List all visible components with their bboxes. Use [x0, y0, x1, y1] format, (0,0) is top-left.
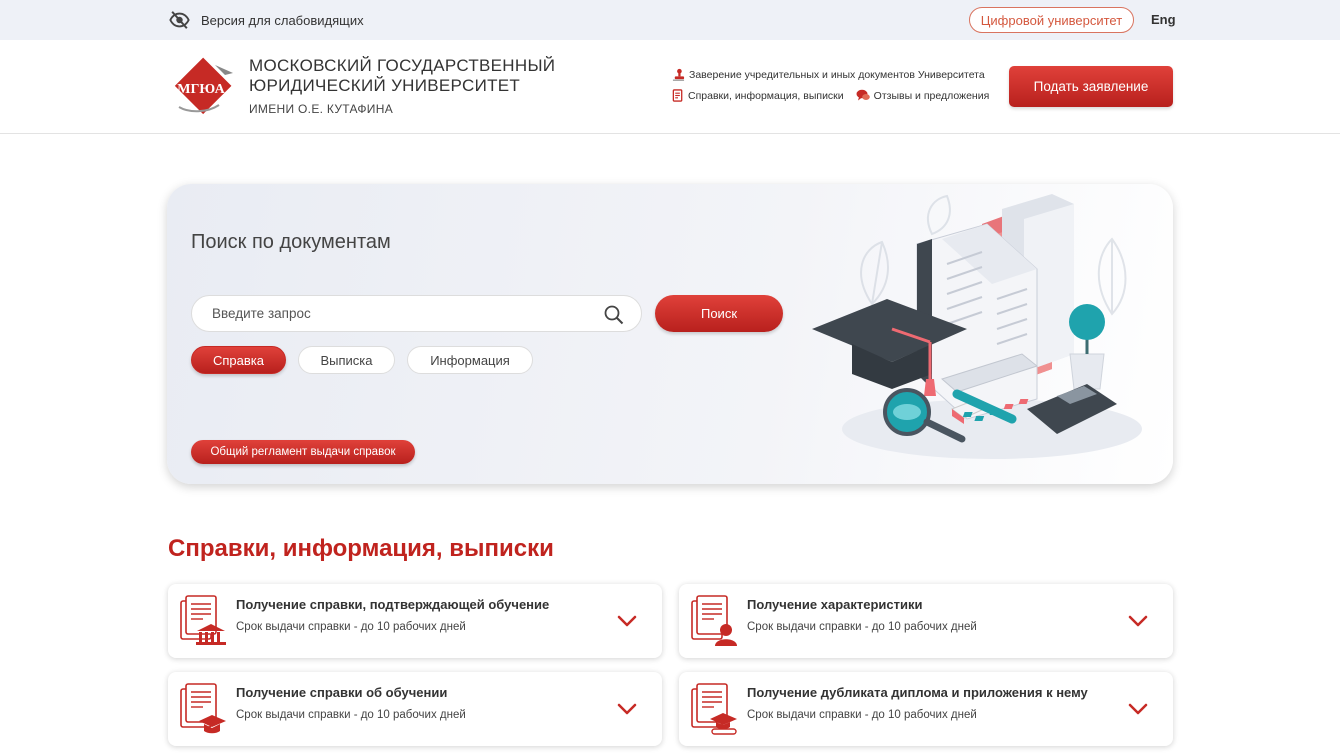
certification-link[interactable]: Заверение учредительных и иных документо… [672, 68, 989, 81]
feedback-link-label: Отзывы и предложения [873, 89, 990, 102]
chevron-down-icon[interactable] [1128, 703, 1148, 715]
document-type-filters: Справка Выписка Информация [191, 346, 533, 374]
card-subtitle: Срок выдачи справки - до 10 рабочих дней [236, 709, 466, 721]
certificates-link[interactable]: Справки, информация, выписки [672, 89, 844, 102]
card-subtitle: Срок выдачи справки - до 10 рабочих дней [747, 621, 977, 633]
general-regulation-button[interactable]: Общий регламент выдачи справок [191, 440, 415, 464]
document-person-icon [691, 595, 737, 646]
search-input[interactable] [191, 295, 642, 332]
submit-application-button[interactable]: Подать заявление [1009, 66, 1173, 107]
search-title: Поиск по документам [191, 231, 391, 253]
university-name[interactable]: МОСКОВСКИЙ ГОСУДАРСТВЕННЫЙ ЮРИДИЧЕСКИЙ У… [249, 56, 555, 116]
logo-text: МГЮА [177, 82, 225, 97]
search-button[interactable]: Поиск [655, 295, 783, 332]
site-header: МГЮА МОСКОВСКИЙ ГОСУДАРСТВЕННЫЙ ЮРИДИЧЕС… [0, 40, 1340, 134]
card-subtitle: Срок выдачи справки - до 10 рабочих дней [747, 709, 977, 721]
digital-university-button[interactable]: Цифровой университет [969, 7, 1134, 33]
stamp-icon [672, 68, 685, 81]
certificates-link-label: Справки, информация, выписки [688, 89, 844, 102]
document-graduation-cap-icon [180, 683, 226, 734]
service-card-education-certificate[interactable]: Получение справки об обучении Срок выдач… [168, 672, 662, 746]
card-title: Получение справки об обучении [236, 685, 448, 700]
chevron-down-icon[interactable] [617, 703, 637, 715]
filter-chip-information[interactable]: Информация [407, 346, 533, 374]
document-university-icon [180, 595, 226, 645]
feedback-link[interactable]: Отзывы и предложения [856, 89, 990, 102]
card-subtitle: Срок выдачи справки - до 10 рабочих дней [236, 621, 466, 633]
university-name-line2: ЮРИДИЧЕСКИЙ УНИВЕРСИТЕТ [249, 76, 521, 95]
certification-link-label: Заверение учредительных и иных документо… [689, 68, 985, 81]
document-search-panel: Поиск по документам Поиск Справка Выписк… [167, 184, 1173, 484]
service-card-character-reference[interactable]: Получение характеристики Срок выдачи спр… [679, 584, 1173, 658]
language-switch[interactable]: Eng [1151, 12, 1176, 27]
filter-chip-extract[interactable]: Выписка [298, 346, 395, 374]
search-icon[interactable] [604, 305, 624, 325]
card-title: Получение справки, подтверждающей обучен… [236, 597, 550, 612]
top-bar: Версия для слабовидящих Цифровой универс… [0, 0, 1340, 40]
section-title: Справки, информация, выписки [168, 535, 554, 562]
low-vision-label: Версия для слабовидящих [201, 12, 364, 28]
low-vision-version-link[interactable]: Версия для слабовидящих [168, 9, 364, 31]
service-card-study-confirmation[interactable]: Получение справки, подтверждающей обучен… [168, 584, 662, 658]
eye-off-icon [169, 11, 190, 29]
chat-bubbles-icon [856, 89, 870, 101]
chevron-down-icon[interactable] [1128, 615, 1148, 627]
card-title: Получение характеристики [747, 597, 923, 612]
university-name-line1: МОСКОВСКИЙ ГОСУДАРСТВЕННЫЙ [249, 56, 556, 75]
university-logo[interactable]: МГЮА [167, 55, 237, 121]
document-diploma-icon [691, 683, 737, 735]
service-card-diploma-duplicate[interactable]: Получение дубликата диплома и приложения… [679, 672, 1173, 746]
header-links: Заверение учредительных и иных документо… [672, 68, 989, 102]
chevron-down-icon[interactable] [617, 615, 637, 627]
university-name-line3: ИМЕНИ О.Е. КУТАФИНА [249, 102, 393, 116]
filter-chip-certificate[interactable]: Справка [191, 346, 286, 374]
education-illustration [812, 194, 1142, 459]
card-title: Получение дубликата диплома и приложения… [747, 685, 1088, 700]
document-icon [672, 89, 683, 102]
